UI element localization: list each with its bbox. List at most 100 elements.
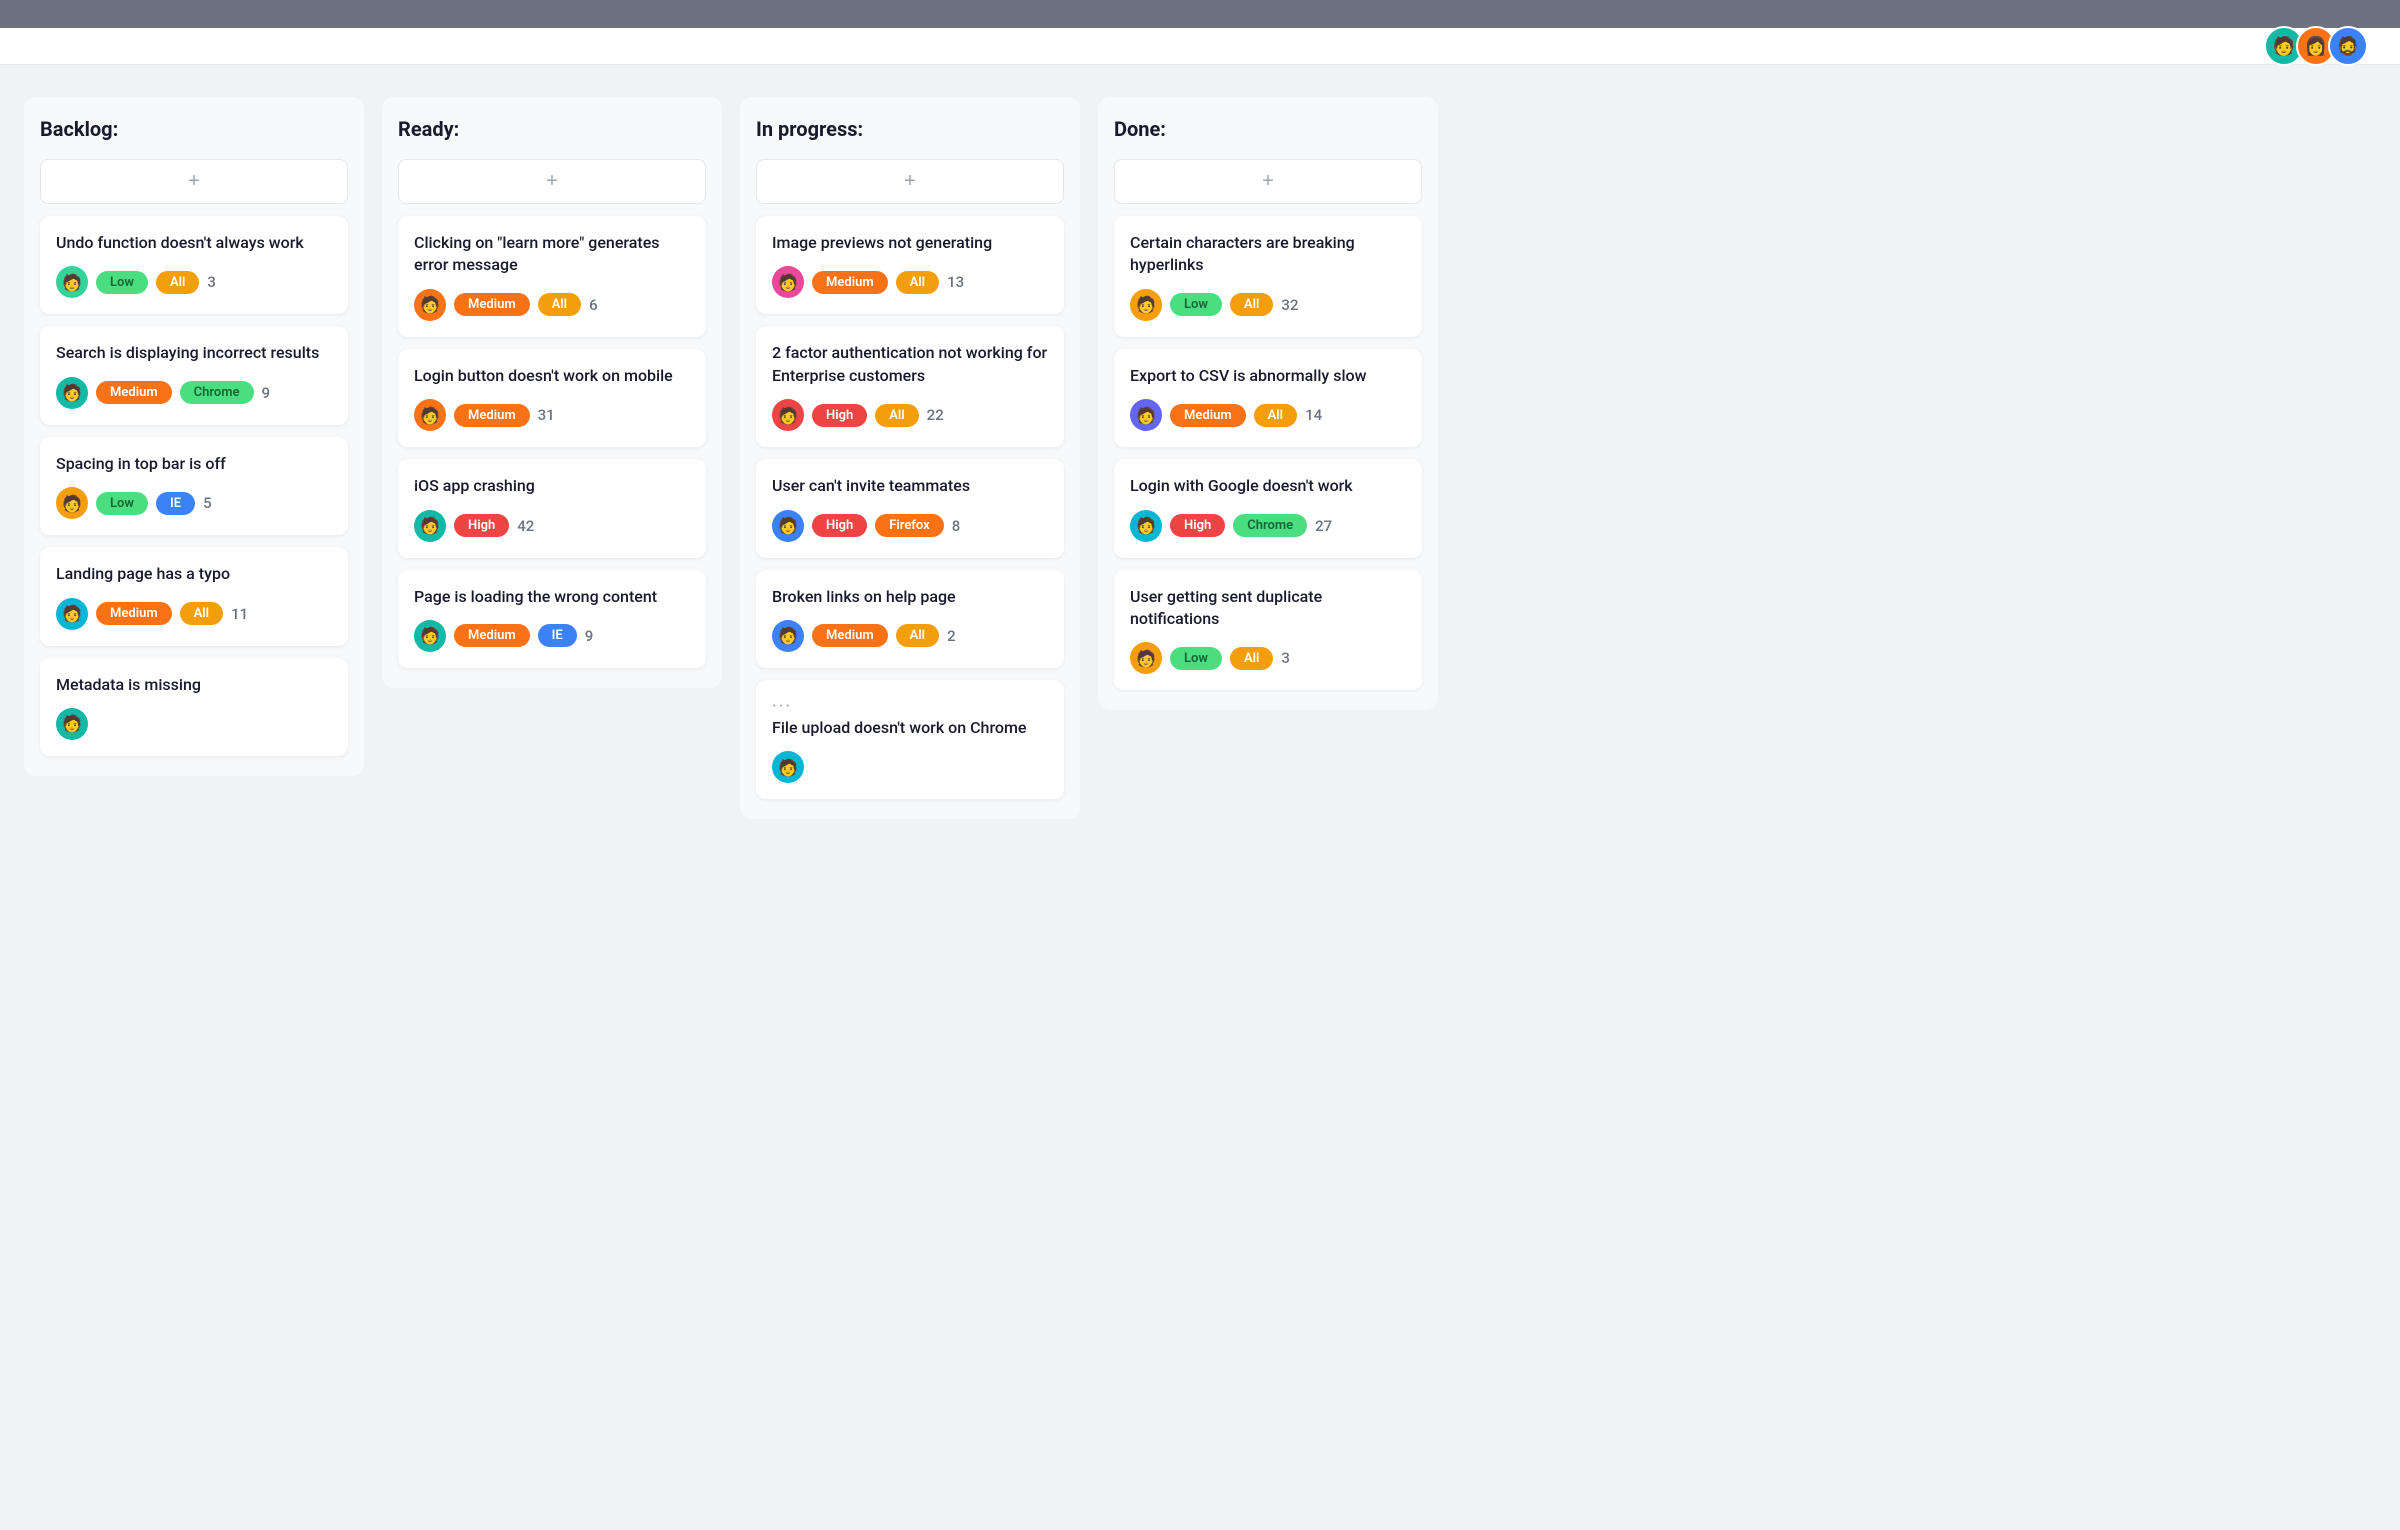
card[interactable]: Export to CSV is abnormally slow 🧑 Medium A… bbox=[1114, 349, 1422, 447]
priority-badge: Medium bbox=[96, 381, 172, 404]
card-title: Export to CSV is abnormally slow bbox=[1130, 365, 1406, 387]
card-avatar: 🧑 bbox=[414, 620, 446, 652]
card-avatar: 🧑 bbox=[772, 266, 804, 298]
card-avatar: 🧑 bbox=[1130, 510, 1162, 542]
top-bar bbox=[0, 0, 2400, 28]
card-footer: 🧑 Low All 3 bbox=[56, 266, 332, 298]
column-done: Done: + Certain characters are breaking hy… bbox=[1098, 97, 1438, 710]
column-backlog: Backlog:+Undo function doesn't always wo… bbox=[24, 97, 364, 776]
tag-badge: All bbox=[156, 271, 199, 294]
card[interactable]: iOS app crashing 🧑High42 bbox=[398, 459, 706, 557]
card-footer: 🧑MediumIE9 bbox=[414, 620, 690, 652]
header-avatars: 🧑👩🧔 bbox=[2264, 26, 2368, 66]
tag-badge: All bbox=[1230, 293, 1273, 316]
card[interactable]: ···File upload doesn't work on Chrome 🧑 bbox=[756, 680, 1064, 799]
card[interactable]: Login button doesn't work on mobile 🧑 Medi… bbox=[398, 349, 706, 447]
tag-badge: IE bbox=[156, 492, 195, 515]
card-count: 14 bbox=[1305, 406, 1322, 424]
card-avatar: 🧑 bbox=[56, 487, 88, 519]
card-count: 32 bbox=[1281, 296, 1298, 314]
card-count: 2 bbox=[947, 627, 956, 645]
card-title: Image previews not generating bbox=[772, 232, 1048, 254]
card-title: Clicking on "learn more" generates error… bbox=[414, 232, 690, 277]
card-title: User getting sent duplicate notification… bbox=[1130, 586, 1406, 631]
tag-badge: All bbox=[1254, 404, 1297, 427]
priority-badge: Medium bbox=[454, 624, 530, 647]
column-ready: Ready:+Clicking on "learn more" generate… bbox=[382, 97, 722, 688]
card[interactable]: Landing page has a typo🧑MediumAll11 bbox=[40, 547, 348, 645]
column-header: Backlog: bbox=[40, 117, 348, 141]
card-footer: 🧑MediumChrome9 bbox=[56, 377, 332, 409]
priority-badge: Low bbox=[96, 271, 148, 294]
card[interactable]: 2 factor authentication not working for … bbox=[756, 326, 1064, 447]
card-avatar: 🧑 bbox=[772, 510, 804, 542]
card-count: 31 bbox=[538, 406, 555, 424]
card-title: iOS app crashing bbox=[414, 475, 690, 497]
add-card-button[interactable]: + bbox=[756, 159, 1064, 204]
card-footer: 🧑 bbox=[772, 751, 1048, 783]
tag-badge: All bbox=[875, 404, 918, 427]
board: Backlog:+Undo function doesn't always wo… bbox=[0, 65, 2400, 851]
card-avatar: 🧑 bbox=[1130, 399, 1162, 431]
card[interactable]: Page is loading the wrong content 🧑 Medium… bbox=[398, 570, 706, 668]
card-footer: 🧑High42 bbox=[414, 510, 690, 542]
tag-badge: Firefox bbox=[875, 514, 944, 537]
add-card-button[interactable]: + bbox=[398, 159, 706, 204]
card-footer: 🧑 bbox=[56, 708, 332, 740]
card[interactable]: Image previews not generating🧑MediumAll1… bbox=[756, 216, 1064, 314]
card-title: Spacing in top bar is off bbox=[56, 453, 332, 475]
card-avatar: 🧑 bbox=[414, 399, 446, 431]
priority-badge: High bbox=[812, 404, 867, 427]
card-count: 3 bbox=[207, 273, 216, 291]
card-avatar: 🧑 bbox=[1130, 289, 1162, 321]
card[interactable]: Login with Google doesn't work🧑HighChrom… bbox=[1114, 459, 1422, 557]
card-title: User can't invite teammates bbox=[772, 475, 1048, 497]
column-header: Done: bbox=[1114, 117, 1422, 141]
priority-badge: Medium bbox=[454, 404, 530, 427]
card-count: 27 bbox=[1315, 517, 1332, 535]
card[interactable]: Certain characters are breaking hyperlin… bbox=[1114, 216, 1422, 337]
card-count: 9 bbox=[262, 384, 271, 402]
tag-badge: Chrome bbox=[1233, 514, 1307, 537]
card[interactable]: Clicking on "learn more" generates error… bbox=[398, 216, 706, 337]
card[interactable]: Undo function doesn't always work🧑LowAll… bbox=[40, 216, 348, 314]
priority-badge: Medium bbox=[812, 271, 888, 294]
header: 🧑👩🧔 bbox=[0, 28, 2400, 65]
card-title: Landing page has a typo bbox=[56, 563, 332, 585]
card-footer: 🧑HighAll22 bbox=[772, 399, 1048, 431]
card[interactable]: Search is displaying incorrect results 🧑M… bbox=[40, 326, 348, 424]
tag-badge: All bbox=[896, 271, 939, 294]
card-count: 11 bbox=[231, 605, 248, 623]
priority-badge: Low bbox=[1170, 647, 1222, 670]
add-card-button[interactable]: + bbox=[1114, 159, 1422, 204]
card-footer: 🧑LowAll3 bbox=[1130, 642, 1406, 674]
card-footer: 🧑MediumAll6 bbox=[414, 289, 690, 321]
card-count: 5 bbox=[203, 494, 212, 512]
priority-badge: Medium bbox=[1170, 404, 1246, 427]
card-footer: 🧑HighFirefox8 bbox=[772, 510, 1048, 542]
card-dots-menu[interactable]: ··· bbox=[772, 696, 1048, 717]
card[interactable]: Broken links on help page🧑MediumAll2 bbox=[756, 570, 1064, 668]
card-count: 22 bbox=[927, 406, 944, 424]
priority-badge: Low bbox=[96, 492, 148, 515]
card-footer: 🧑 Medium All 14 bbox=[1130, 399, 1406, 431]
card-footer: 🧑MediumAll2 bbox=[772, 620, 1048, 652]
card-avatar: 🧑 bbox=[56, 598, 88, 630]
card[interactable]: User can't invite teammates 🧑HighFirefox8 bbox=[756, 459, 1064, 557]
priority-badge: High bbox=[454, 514, 509, 537]
tag-badge: All bbox=[538, 293, 581, 316]
tag-badge: IE bbox=[538, 624, 577, 647]
add-card-button[interactable]: + bbox=[40, 159, 348, 204]
card[interactable]: User getting sent duplicate notification… bbox=[1114, 570, 1422, 691]
card-title: Search is displaying incorrect results bbox=[56, 342, 332, 364]
tag-badge: All bbox=[180, 602, 223, 625]
card[interactable]: Metadata is missing 🧑 bbox=[40, 658, 348, 756]
tag-badge: All bbox=[1230, 647, 1273, 670]
card-footer: 🧑LowAll32 bbox=[1130, 289, 1406, 321]
card-title: Login button doesn't work on mobile bbox=[414, 365, 690, 387]
card-title: Page is loading the wrong content bbox=[414, 586, 690, 608]
card-title: Metadata is missing bbox=[56, 674, 332, 696]
card[interactable]: Spacing in top bar is off 🧑 Low IE 5 bbox=[40, 437, 348, 535]
card-avatar: 🧑 bbox=[56, 266, 88, 298]
card-title: File upload doesn't work on Chrome bbox=[772, 717, 1048, 739]
